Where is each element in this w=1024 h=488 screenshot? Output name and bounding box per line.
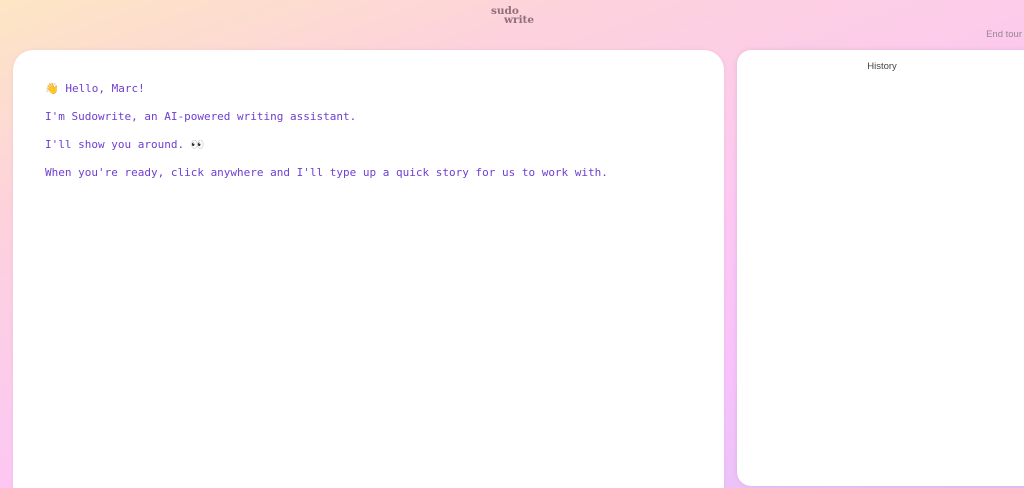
history-panel: History [737, 50, 1024, 486]
sudowrite-logo: sudo write [491, 6, 535, 27]
tour-line: I'll show you around. 👀 [45, 138, 205, 151]
instruction-line: When you're ready, click anywhere and I'… [45, 166, 608, 179]
end-tour-button[interactable]: End tour [986, 29, 1022, 40]
logo-line-write: write [504, 14, 535, 26]
intro-line: I'm Sudowrite, an AI-powered writing ass… [45, 110, 357, 123]
editor-text[interactable]: 👋 Hello, Marc! I'm Sudowrite, an AI-powe… [45, 81, 692, 193]
greeting-line: 👋 Hello, Marc! [45, 82, 145, 95]
history-title: History [867, 61, 897, 72]
editor-panel[interactable]: 👋 Hello, Marc! I'm Sudowrite, an AI-powe… [13, 50, 724, 488]
